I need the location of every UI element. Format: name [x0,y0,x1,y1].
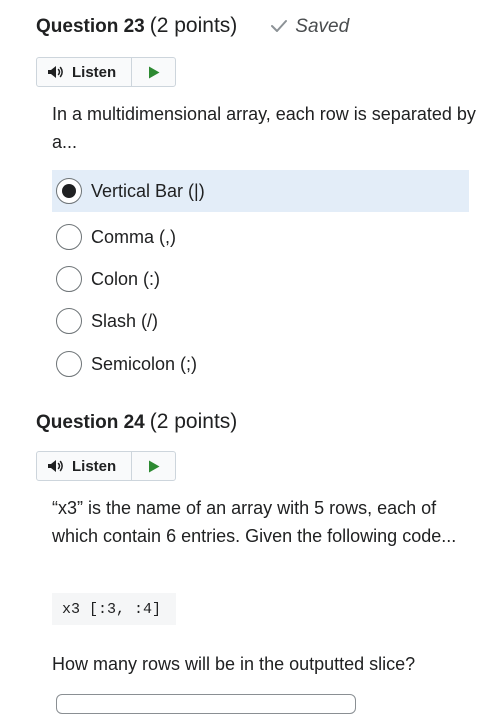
play-icon [148,66,159,78]
play-button-q23[interactable] [132,58,175,86]
listen-main[interactable]: Listen [37,452,132,480]
listen-main[interactable]: Listen [37,58,132,86]
question-24-header: Question 24 (2 points) [36,410,237,434]
answer-option-label: Slash (/) [91,310,159,331]
question-24-text: “x3” is the name of an array with 5 rows… [52,498,457,546]
question-23-points: (2 points) [149,14,238,37]
radio-button[interactable] [56,351,82,377]
question-24-points: (2 points) [149,410,238,433]
question-23-text: In a multidimensional array, each row is… [52,104,476,152]
play-icon [148,460,159,472]
answer-option-4[interactable]: Slash (/) [52,300,469,342]
saved-label: Saved [295,16,350,37]
question-23-header: Question 23 (2 points) Saved [36,14,349,38]
answer-option-5[interactable]: Semicolon (;) [52,343,469,385]
listen-button-q23[interactable]: Listen [36,57,176,87]
radio-button-selected[interactable] [56,178,82,204]
answer-option-label: Colon (:) [91,268,161,289]
code-snippet: x3 [:3, :4] [52,593,176,625]
question-24-prompt: How many rows will be in the outputted s… [52,654,416,674]
speaker-icon [48,66,63,78]
radio-button[interactable] [56,308,82,334]
question-24-title: Question 24 [36,412,145,433]
answer-option-1[interactable]: Vertical Bar (|) [52,170,469,212]
listen-label: Listen [72,63,117,81]
answer-option-label: Vertical Bar (|) [91,180,205,201]
checkmark-icon [271,20,288,32]
listen-button-q24[interactable]: Listen [36,451,176,481]
answer-option-3[interactable]: Colon (:) [52,258,469,300]
answer-option-2[interactable]: Comma (,) [52,216,469,258]
answer-option-label: Semicolon (;) [91,353,198,374]
listen-label: Listen [72,457,117,475]
radio-button[interactable] [56,224,82,250]
play-button-q24[interactable] [132,452,175,480]
radio-button[interactable] [56,266,82,292]
question-23-title: Question 23 [36,16,145,37]
speaker-icon [48,460,63,472]
answer-input[interactable] [56,694,356,714]
saved-status: Saved [271,16,349,38]
answer-option-label: Comma (,) [91,226,176,247]
radio-dot [62,184,76,198]
